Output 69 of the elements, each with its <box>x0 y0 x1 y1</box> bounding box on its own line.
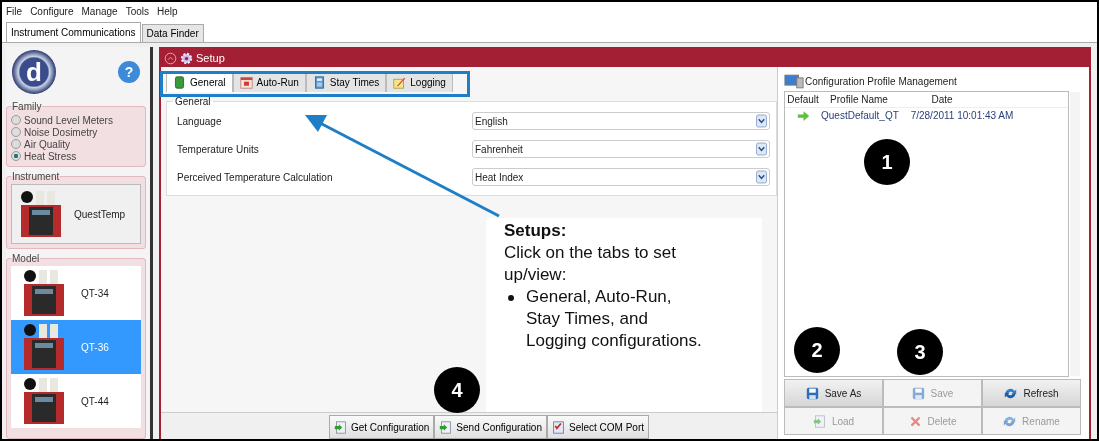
section-title: Configuration Profile Management <box>805 75 957 87</box>
menu-item[interactable]: Tools <box>125 5 149 17</box>
phone-icon <box>173 76 186 89</box>
radio-label[interactable]: Noise Dosimetry <box>24 126 98 138</box>
group-title: Instrument <box>11 171 61 182</box>
callout-text: Click on the tabs to set up/view: <box>504 242 677 286</box>
column-header[interactable]: Profile Name <box>821 94 897 105</box>
dropdown[interactable]: Fahrenheit <box>472 140 770 158</box>
calendar-icon <box>239 76 253 89</box>
collapse-icon[interactable] <box>164 51 177 65</box>
bullet-icon <box>508 295 514 301</box>
profile-row[interactable]: QuestDefault_QT 7/28/2011 10:01:43 AM <box>785 108 1068 123</box>
toolbar-button[interactable]: Get Configuration <box>328 415 435 439</box>
app-tab[interactable]: Instrument Communications <box>6 22 141 42</box>
app-tab[interactable]: Data Finder <box>141 24 204 42</box>
menu-item[interactable]: File <box>6 5 23 17</box>
save-icon <box>911 386 925 400</box>
menu-item[interactable]: Manage <box>81 5 118 17</box>
group-title: Model <box>11 254 41 264</box>
refresh-icon <box>1004 386 1018 400</box>
group-title: Family <box>11 101 43 112</box>
table-cell: QuestDefault_QT <box>821 110 897 121</box>
help-button[interactable]: ? <box>118 61 140 83</box>
radio-label[interactable]: Sound Level Meters <box>24 114 113 126</box>
toolbar-button[interactable]: Select COM Port <box>547 415 649 439</box>
radio-button[interactable] <box>11 127 21 137</box>
callout-title: Setups: <box>504 220 568 242</box>
table-cell-text: 7/28/2011 10:01:43 AM <box>909 110 1015 121</box>
model-list-item[interactable]: QT-44 <box>11 374 141 428</box>
setup-tab[interactable]: Logging <box>386 72 453 92</box>
model-name: QT-34 <box>81 287 109 299</box>
column-header[interactable]: Date <box>897 94 987 105</box>
profile-button[interactable]: Refresh <box>982 379 1081 407</box>
computer-icon <box>784 73 804 89</box>
model-list-item[interactable]: QT-34 <box>11 266 141 320</box>
model-name: QT-44 <box>81 395 109 407</box>
radio-button[interactable] <box>11 151 21 161</box>
group-title: General <box>174 96 212 107</box>
delete-x-icon <box>908 414 922 428</box>
setup-tab[interactable]: General <box>166 72 233 92</box>
save-icon <box>805 386 819 400</box>
dropdown[interactable]: Heat Index <box>472 168 770 186</box>
chevron-down-icon <box>756 170 767 184</box>
dropdown[interactable]: English <box>472 112 770 130</box>
radio-button[interactable] <box>11 139 21 149</box>
panel-title: Setup <box>196 52 225 64</box>
field-label: Temperature Units <box>176 143 259 155</box>
rename-icon <box>1003 414 1017 428</box>
radio-label[interactable]: Air Quality <box>24 138 71 150</box>
menu-item[interactable]: Help <box>157 5 178 17</box>
model-name: QT-36 <box>81 341 109 353</box>
field-label: Language <box>176 115 222 127</box>
logo: d <box>12 50 56 94</box>
notepad-pencil-icon <box>393 76 407 89</box>
callout-text: General, Auto-Run, Stay Times, and Logging configurations. <box>526 286 703 352</box>
scrollbar[interactable] <box>1070 92 1080 376</box>
chevron-down-icon <box>756 114 767 128</box>
profile-button[interactable]: Save As <box>784 379 883 407</box>
radio-button[interactable] <box>11 115 21 125</box>
field-label: Perceived Temperature Calculation <box>176 171 333 183</box>
menu-item[interactable]: Configure <box>30 5 74 17</box>
instrument-name: QuestTemp <box>74 208 126 220</box>
toolbar-button[interactable]: Send Configuration <box>434 415 547 439</box>
instrument-card[interactable]: QuestTemp <box>11 184 141 244</box>
column-header[interactable]: Default <box>785 94 821 105</box>
radio-label[interactable]: Heat Stress <box>24 150 77 162</box>
calculator-icon <box>312 76 326 89</box>
chevron-down-icon <box>756 142 767 156</box>
checklist-icon <box>552 420 565 434</box>
